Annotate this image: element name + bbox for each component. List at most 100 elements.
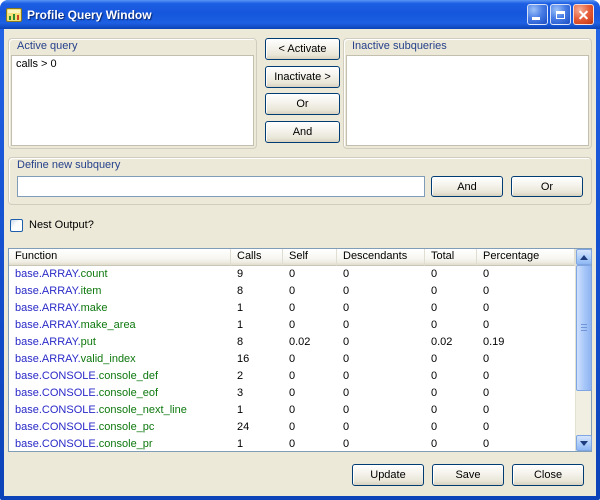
cell-function: base.ARRAY.count xyxy=(9,266,231,283)
cell-percentage: 0 xyxy=(477,351,575,368)
table-row[interactable]: base.ARRAY.item 8 0 0 0 0 xyxy=(9,283,575,300)
column-header-descendants[interactable]: Descendants xyxy=(337,249,425,266)
update-button[interactable]: Update xyxy=(352,464,424,486)
function-qualifier: base.ARRAY. xyxy=(15,268,81,280)
cell-function: base.ARRAY.put xyxy=(9,334,231,351)
active-query-item[interactable]: calls > 0 xyxy=(12,56,253,72)
cell-percentage: 0 xyxy=(477,300,575,317)
cell-calls: 1 xyxy=(231,300,283,317)
table-row[interactable]: base.ARRAY.make 1 0 0 0 0 xyxy=(9,300,575,317)
maximize-button[interactable] xyxy=(550,4,571,25)
column-header-self[interactable]: Self xyxy=(283,249,337,266)
cell-descendants: 0 xyxy=(337,419,425,436)
close-button[interactable] xyxy=(573,4,594,25)
cell-calls: 16 xyxy=(231,351,283,368)
or-button[interactable]: Or xyxy=(265,93,340,115)
cell-descendants: 0 xyxy=(337,283,425,300)
cell-function: base.ARRAY.item xyxy=(9,283,231,300)
inactive-subqueries-list[interactable] xyxy=(346,55,589,146)
cell-function: base.CONSOLE.console_eof xyxy=(9,385,231,402)
cell-descendants: 0 xyxy=(337,351,425,368)
column-header-function[interactable]: Function xyxy=(9,249,231,266)
cell-total: 0 xyxy=(425,436,477,451)
function-qualifier: base.ARRAY. xyxy=(15,353,81,365)
cell-function: base.CONSOLE.console_next_line xyxy=(9,402,231,419)
and-button[interactable]: And xyxy=(265,121,340,143)
scrollbar-thumb[interactable] xyxy=(576,265,592,391)
table-row[interactable]: base.CONSOLE.console_def 2 0 0 0 0 xyxy=(9,368,575,385)
cell-self: 0 xyxy=(283,351,337,368)
table-row[interactable]: base.CONSOLE.console_pr 1 0 0 0 0 xyxy=(9,436,575,451)
cell-self: 0 xyxy=(283,436,337,451)
inactive-subqueries-label: Inactive subqueries xyxy=(352,40,447,52)
cell-percentage: 0 xyxy=(477,317,575,334)
nest-output-row: Nest Output? xyxy=(10,218,94,232)
save-button[interactable]: Save xyxy=(432,464,504,486)
profile-table: Function Calls Self Descendants Total Pe… xyxy=(8,248,592,452)
table-row[interactable]: base.CONSOLE.console_pc 24 0 0 0 0 xyxy=(9,419,575,436)
window-title: Profile Query Window xyxy=(27,8,522,22)
cell-total: 0.02 xyxy=(425,334,477,351)
column-header-calls[interactable]: Calls xyxy=(231,249,283,266)
nest-output-checkbox[interactable] xyxy=(10,219,23,232)
function-feature: make xyxy=(81,302,108,314)
arrow-up-icon xyxy=(580,255,588,260)
table-row[interactable]: base.ARRAY.valid_index 16 0 0 0 0 xyxy=(9,351,575,368)
cell-percentage: 0 xyxy=(477,436,575,451)
cell-function: base.ARRAY.valid_index xyxy=(9,351,231,368)
column-header-percentage[interactable]: Percentage xyxy=(477,249,575,266)
subquery-or-button[interactable]: Or xyxy=(511,176,583,197)
function-feature: put xyxy=(81,336,96,348)
cell-calls: 3 xyxy=(231,385,283,402)
cell-descendants: 0 xyxy=(337,385,425,402)
function-feature: make_area xyxy=(81,319,136,331)
cell-self: 0 xyxy=(283,385,337,402)
minimize-button[interactable] xyxy=(527,4,548,25)
cell-self: 0 xyxy=(283,317,337,334)
cell-total: 0 xyxy=(425,351,477,368)
nest-output-label: Nest Output? xyxy=(29,219,94,231)
cell-descendants: 0 xyxy=(337,300,425,317)
cell-percentage: 0 xyxy=(477,266,575,283)
maximize-icon xyxy=(556,11,565,19)
cell-function: base.CONSOLE.console_pr xyxy=(9,436,231,451)
cell-calls: 8 xyxy=(231,283,283,300)
subquery-input[interactable] xyxy=(17,176,425,197)
vertical-scrollbar[interactable] xyxy=(575,249,591,451)
active-query-list[interactable]: calls > 0 xyxy=(11,55,254,146)
close-dialog-button[interactable]: Close xyxy=(512,464,584,486)
cell-total: 0 xyxy=(425,402,477,419)
cell-self: 0 xyxy=(283,368,337,385)
inactivate-button[interactable]: Inactivate > xyxy=(265,66,340,88)
scroll-up-button[interactable] xyxy=(576,249,592,265)
cell-total: 0 xyxy=(425,385,477,402)
cell-function: base.ARRAY.make_area xyxy=(9,317,231,334)
cell-function: base.CONSOLE.console_pc xyxy=(9,419,231,436)
scroll-down-button[interactable] xyxy=(576,435,592,451)
function-qualifier: base.CONSOLE. xyxy=(15,370,99,382)
cell-descendants: 0 xyxy=(337,317,425,334)
cell-function: base.ARRAY.make xyxy=(9,300,231,317)
table-row[interactable]: base.ARRAY.make_area 1 0 0 0 0 xyxy=(9,317,575,334)
titlebar[interactable]: Profile Query Window xyxy=(0,0,600,29)
cell-total: 0 xyxy=(425,419,477,436)
cell-self: 0 xyxy=(283,283,337,300)
function-qualifier: base.ARRAY. xyxy=(15,302,81,314)
cell-descendants: 0 xyxy=(337,266,425,283)
table-row[interactable]: base.ARRAY.put 8 0.02 0 0.02 0.19 xyxy=(9,334,575,351)
cell-calls: 1 xyxy=(231,436,283,451)
subquery-and-button[interactable]: And xyxy=(431,176,503,197)
active-query-label: Active query xyxy=(17,40,78,52)
table-row[interactable]: base.CONSOLE.console_next_line 1 0 0 0 0 xyxy=(9,402,575,419)
function-feature: count xyxy=(81,268,108,280)
cell-total: 0 xyxy=(425,283,477,300)
table-row[interactable]: base.CONSOLE.console_eof 3 0 0 0 0 xyxy=(9,385,575,402)
table-row[interactable]: base.ARRAY.count 9 0 0 0 0 xyxy=(9,266,575,283)
cell-calls: 8 xyxy=(231,334,283,351)
cell-descendants: 0 xyxy=(337,368,425,385)
activate-button[interactable]: < Activate xyxy=(265,38,340,60)
function-qualifier: base.ARRAY. xyxy=(15,285,81,297)
column-header-total[interactable]: Total xyxy=(425,249,477,266)
cell-total: 0 xyxy=(425,368,477,385)
define-subquery-group: Define new subquery And Or xyxy=(8,157,592,205)
